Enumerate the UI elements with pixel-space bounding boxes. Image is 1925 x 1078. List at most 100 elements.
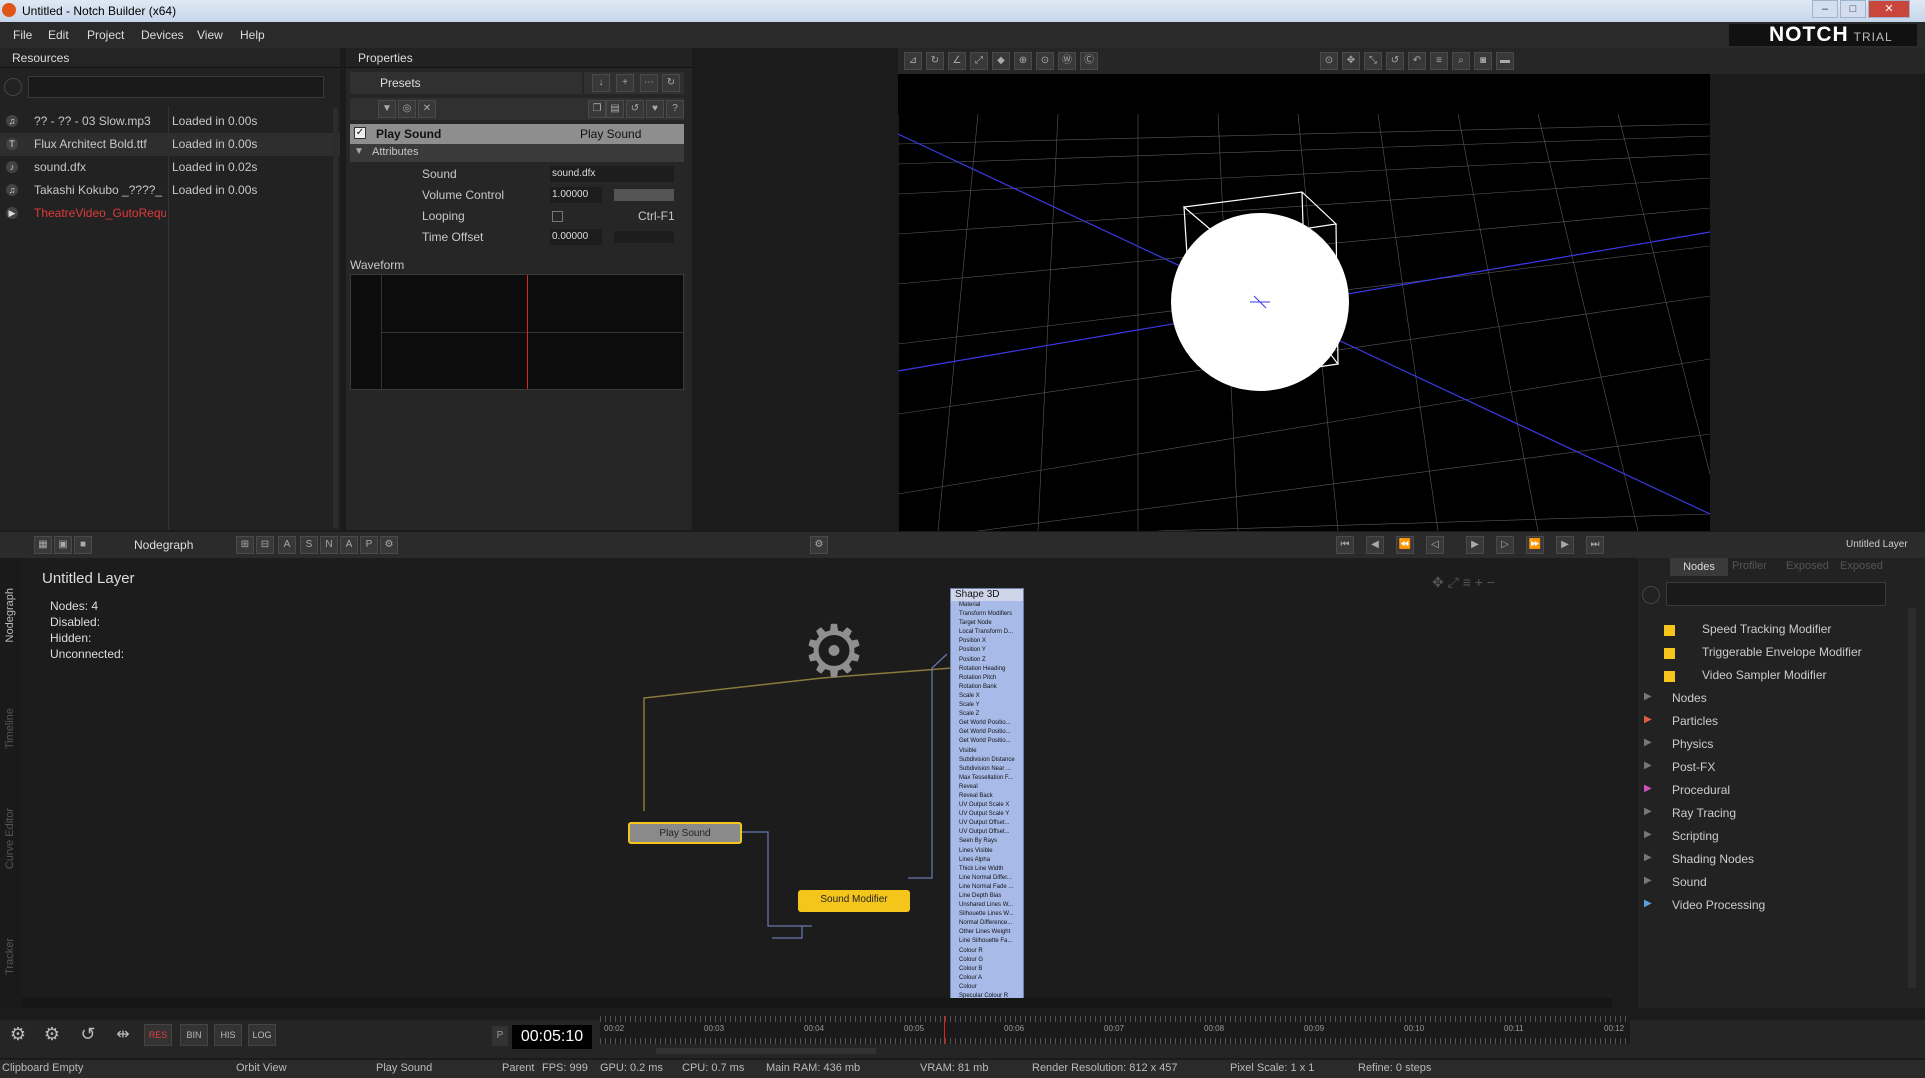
move-view-icon[interactable]: ✥ bbox=[1342, 52, 1360, 70]
node-list-item[interactable]: ▶ Video Processing bbox=[1644, 898, 1765, 920]
world-tool-icon[interactable]: Ⓦ bbox=[1058, 52, 1076, 70]
shape-param-item[interactable]: UV Output Offset... bbox=[959, 828, 1023, 837]
layout3-icon[interactable]: ■ bbox=[74, 536, 92, 554]
gear-icon[interactable]: ⚙ bbox=[810, 536, 828, 554]
shape-param-item[interactable]: UV Output Scale X bbox=[959, 801, 1023, 810]
settings-icon[interactable]: ⚙ bbox=[6, 1024, 30, 1046]
shape-param-item[interactable]: Rotation Heading bbox=[959, 665, 1023, 674]
next-key-icon[interactable]: ▶ bbox=[1556, 536, 1574, 554]
node-list-item[interactable]: Video Sampler Modifier bbox=[1664, 668, 1827, 690]
snap-icon[interactable]: ⊞ bbox=[236, 536, 254, 554]
p-icon[interactable]: P bbox=[360, 536, 378, 554]
shape-param-item[interactable]: Scale Z bbox=[959, 710, 1023, 719]
tab-curve-editor[interactable]: Curve Editor bbox=[4, 808, 16, 869]
node-list-item[interactable]: Triggerable Envelope Modifier bbox=[1664, 645, 1862, 667]
menu-icon[interactable]: ≡ bbox=[1430, 52, 1448, 70]
attr-value[interactable]: 1.00000 bbox=[550, 187, 602, 203]
node-list-item[interactable]: ▶ Post-FX bbox=[1644, 760, 1715, 782]
add-icon[interactable]: + bbox=[616, 74, 634, 92]
shape-param-item[interactable]: Position X bbox=[959, 637, 1023, 646]
n-icon[interactable]: N bbox=[320, 536, 338, 554]
a-icon[interactable]: A bbox=[340, 536, 358, 554]
node-list-item[interactable]: ▶ Sound bbox=[1644, 875, 1707, 897]
shape-param-item[interactable]: Rotation Pitch bbox=[959, 674, 1023, 683]
shape-param-item[interactable]: Silhouette Lines W... bbox=[959, 910, 1023, 919]
node-search-input[interactable] bbox=[1666, 582, 1886, 606]
gear-node-icon[interactable]: ⚙ bbox=[798, 616, 870, 688]
camera-tool-icon[interactable]: Ⓒ bbox=[1080, 52, 1098, 70]
chevron-right-icon[interactable]: ▶ bbox=[1644, 760, 1652, 771]
pivot-tool-icon[interactable]: ⊕ bbox=[1014, 52, 1032, 70]
link-icon[interactable]: ⇹ bbox=[108, 1024, 138, 1046]
screenshot-icon[interactable]: ◙ bbox=[1474, 52, 1492, 70]
node-list-item[interactable]: ▶ Scripting bbox=[1644, 829, 1719, 851]
attr-sound[interactable]: Sound sound.dfx bbox=[352, 164, 676, 185]
fullscreen-icon[interactable]: ▬ bbox=[1496, 52, 1514, 70]
pause-icon[interactable]: P bbox=[492, 1026, 508, 1046]
3d-viewport[interactable] bbox=[898, 74, 1710, 531]
node-list-item[interactable]: ▶ Nodes bbox=[1644, 691, 1707, 713]
menu-view[interactable]: View bbox=[197, 28, 223, 42]
clear-icon[interactable]: ✕ bbox=[418, 100, 436, 118]
chevron-right-icon[interactable]: ▶ bbox=[1644, 714, 1652, 725]
shape-param-item[interactable]: Reveal Back bbox=[959, 792, 1023, 801]
chevron-right-icon[interactable]: ▶ bbox=[1644, 737, 1652, 748]
zoom-icon[interactable]: ⌕ bbox=[1452, 52, 1470, 70]
skip-start-icon[interactable]: ⏮ bbox=[1336, 536, 1354, 554]
search-icon[interactable] bbox=[4, 78, 22, 96]
shape-param-item[interactable]: Line Silhouette Fa... bbox=[959, 937, 1023, 946]
target-icon[interactable]: ◎ bbox=[398, 100, 416, 118]
shape-param-item[interactable]: Position Y bbox=[959, 646, 1023, 655]
shape-param-item[interactable]: UV Output Scale Y bbox=[959, 810, 1023, 819]
tab-exposed-2[interactable]: Exposed bbox=[1840, 560, 1883, 572]
bin-button[interactable]: BIN bbox=[180, 1024, 208, 1046]
shape-param-item[interactable]: Seen By Rays bbox=[959, 837, 1023, 846]
shape-param-item[interactable]: Subdivision Distance bbox=[959, 756, 1023, 765]
node-list-item[interactable]: ▶ Particles bbox=[1644, 714, 1718, 736]
undo-view-icon[interactable]: ↶ bbox=[1408, 52, 1426, 70]
shape-param-item[interactable]: Target Node bbox=[959, 619, 1023, 628]
layout-icon[interactable]: ▦ bbox=[34, 536, 52, 554]
s-icon[interactable]: S bbox=[300, 536, 318, 554]
shape-param-item[interactable]: Scale X bbox=[959, 692, 1023, 701]
maximize-button[interactable]: □ bbox=[1840, 0, 1866, 18]
shape-param-item[interactable]: Scale Y bbox=[959, 701, 1023, 710]
local-tool-icon[interactable]: ⊙ bbox=[1036, 52, 1054, 70]
play-sound-node[interactable]: Play Sound bbox=[628, 822, 742, 844]
timeline-scrollbar[interactable] bbox=[656, 1048, 876, 1054]
select-tool-icon[interactable]: ⊿ bbox=[904, 52, 922, 70]
resource-row[interactable]: ▶ TheatreVideo_GutoReque bbox=[0, 202, 340, 225]
layout2-icon[interactable]: ▣ bbox=[54, 536, 72, 554]
attr-time-offset[interactable]: Time Offset 0.00000 bbox=[352, 227, 676, 248]
skip-end-icon[interactable]: ⏭ bbox=[1586, 536, 1604, 554]
attr-looping[interactable]: Looping Ctrl-F1 bbox=[352, 206, 676, 227]
node-list-item[interactable]: ▶ Shading Nodes bbox=[1644, 852, 1754, 874]
chevron-right-icon[interactable]: ▶ bbox=[1644, 852, 1652, 863]
shape-param-item[interactable]: Visible bbox=[959, 747, 1023, 756]
scale-tool-icon[interactable]: ⤢ bbox=[970, 52, 988, 70]
current-time[interactable]: 00:05:10 bbox=[512, 1025, 592, 1049]
shape-param-item[interactable]: Colour G bbox=[959, 956, 1023, 965]
shape-param-item[interactable]: Colour A bbox=[959, 974, 1023, 983]
snap2-icon[interactable]: ⊟ bbox=[256, 536, 274, 554]
download-icon[interactable]: ↓ bbox=[592, 74, 610, 92]
shape-param-item[interactable]: Unshared Lines W... bbox=[959, 901, 1023, 910]
res-button[interactable]: RES bbox=[144, 1024, 172, 1046]
shape-param-item[interactable]: Colour B bbox=[959, 965, 1023, 974]
filter-icon[interactable]: ▼ bbox=[378, 100, 396, 118]
attr-value[interactable]: sound.dfx bbox=[550, 166, 674, 182]
shape3d-node[interactable]: Shape 3D Material Transform Modifiers Targ… bbox=[950, 588, 1024, 1000]
help-icon[interactable]: ? bbox=[666, 100, 684, 118]
horizontal-scrollbar[interactable] bbox=[22, 998, 1612, 1008]
shape-param-item[interactable]: Transform Modifiers bbox=[959, 610, 1023, 619]
offset-slider[interactable] bbox=[614, 231, 674, 243]
shape-param-item[interactable]: Rotation Bank bbox=[959, 683, 1023, 692]
key-tool-icon[interactable]: ◆ bbox=[992, 52, 1010, 70]
presets-dropdown[interactable]: Presets bbox=[350, 72, 582, 94]
resource-row[interactable]: T Flux Architect Bold.ttf Loaded in 0.00… bbox=[0, 133, 340, 156]
shape-param-item[interactable]: Colour bbox=[959, 983, 1023, 992]
log-button[interactable]: LOG bbox=[248, 1024, 276, 1046]
tab-nodes[interactable]: Nodes bbox=[1670, 558, 1728, 576]
zoom-controls[interactable]: ✥ ⤢ ≡ + − bbox=[1432, 574, 1495, 591]
shape-param-item[interactable]: Material bbox=[959, 601, 1023, 610]
